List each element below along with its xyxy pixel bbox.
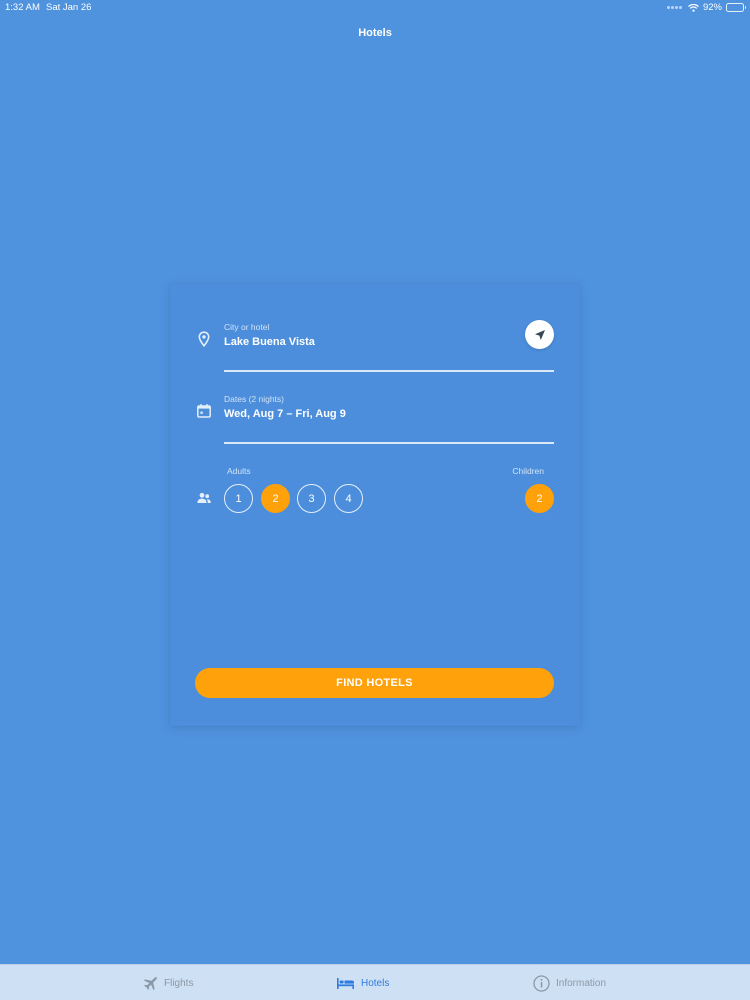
status-bar: 1:32 AM Sat Jan 26 92%: [0, 0, 750, 16]
tab-hotels-label: Hotels: [361, 977, 390, 989]
bed-icon: [337, 977, 354, 989]
status-date: Sat Jan 26: [46, 2, 92, 13]
airplane-icon: [143, 976, 158, 990]
dates-value[interactable]: Wed, Aug 7 – Fri, Aug 9: [224, 408, 346, 420]
location-underline: [224, 370, 554, 372]
adults-label: Adults: [227, 466, 251, 476]
calendar-icon: [197, 404, 211, 418]
location-pin-icon: [198, 331, 210, 347]
battery-percent: 92%: [702, 2, 722, 13]
adults-option-4[interactable]: 4: [334, 484, 363, 513]
dates-label: Dates (2 nights): [224, 394, 284, 404]
tab-flights-label: Flights: [164, 977, 194, 989]
status-time: 1:32 AM: [5, 2, 40, 13]
find-hotels-button[interactable]: FIND HOTELS: [195, 668, 554, 698]
status-indicators: 92%: [667, 2, 746, 13]
tab-information[interactable]: Information: [533, 965, 606, 1000]
adults-option-2[interactable]: 2: [261, 484, 290, 513]
tab-information-label: Information: [556, 977, 607, 989]
navigation-arrow-icon: [534, 329, 545, 340]
battery-icon: [726, 3, 746, 12]
children-label: Children: [512, 466, 544, 476]
hotel-search-card: City or hotel Lake Buena Vista Dates (2 …: [170, 284, 580, 726]
adults-option-3[interactable]: 3: [297, 484, 326, 513]
tab-bar: Flights Hotels Information: [0, 964, 750, 1000]
location-label: City or hotel: [224, 322, 270, 332]
locate-me-button[interactable]: [525, 320, 554, 349]
children-count-button[interactable]: 2: [525, 484, 554, 513]
people-icon: [197, 492, 211, 503]
dates-underline: [224, 442, 554, 444]
tab-hotels[interactable]: Hotels: [336, 965, 389, 1000]
signal-icon: [667, 6, 682, 9]
page-title: Hotels: [358, 27, 392, 39]
adults-option-1[interactable]: 1: [224, 484, 253, 513]
app-screen: 1:32 AM Sat Jan 26 92% Hotels City or ho…: [0, 0, 750, 1000]
info-icon: [533, 974, 550, 992]
location-value[interactable]: Lake Buena Vista: [224, 336, 315, 348]
tab-flights[interactable]: Flights: [143, 965, 193, 1000]
wifi-icon: [688, 3, 699, 12]
